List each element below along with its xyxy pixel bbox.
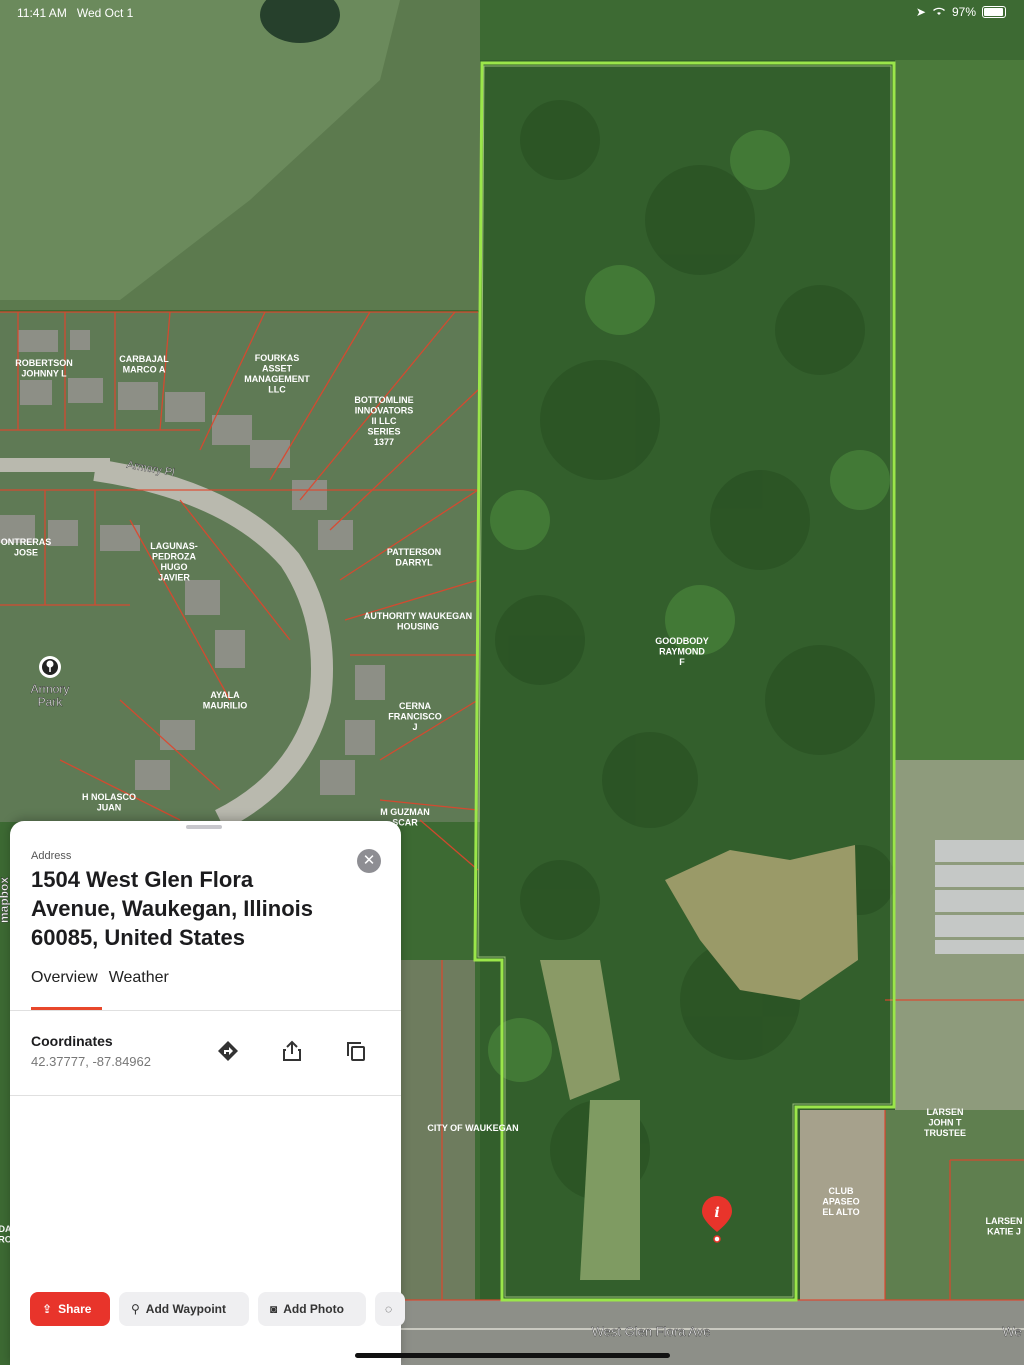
parcel-owner-label: ASSET [262, 364, 293, 374]
home-indicator [355, 1353, 670, 1358]
place-sheet[interactable]: Address 1504 West Glen Flora Avenue, Wau… [10, 821, 405, 1365]
park-label: Park [38, 695, 64, 709]
parcel-owner-label: DARRYL [395, 558, 433, 568]
close-icon: ✕ [362, 852, 376, 869]
svg-text:i: i [714, 1205, 719, 1221]
parcel-owner-label: SERIES [367, 427, 400, 437]
share-button[interactable]: ⇪ Share [30, 1292, 110, 1326]
address-label: Address [31, 850, 72, 862]
divider [10, 1010, 401, 1011]
parcel-owner-label: CARBAJAL [119, 354, 169, 364]
parcel-owner-label: PATTERSON [387, 547, 441, 557]
status-bar: 11:41 AM Wed Oct 1 ➤ 97% [0, 0, 1024, 24]
parcel-owner-label: LARSEN [926, 1107, 963, 1117]
parcel-owner-label: M GUZMAN [380, 807, 430, 817]
status-time: 11:41 AM Wed Oct 1 [17, 6, 134, 20]
copy-icon[interactable] [344, 1039, 368, 1063]
parcel-owner-label: FRANCISCO [388, 712, 442, 722]
action-bar: ⇪ Share ⚲ Add Waypoint ◙ Add Photo ◌ [30, 1292, 405, 1326]
share-icon: ⇪ [42, 1302, 53, 1316]
parcel-owner-label: HUGO [161, 562, 188, 572]
parcel-owner-label: JOHNNY L [21, 369, 67, 379]
status-right: ➤ 97% [916, 5, 1006, 19]
add-photo-button[interactable]: ◙ Add Photo [258, 1292, 366, 1326]
parcel-owner-label: JUAN [97, 803, 122, 813]
parcel-owner-label: 1377 [374, 437, 394, 447]
parcel-owner-label: APASEO [822, 1197, 859, 1207]
parcel-owner-label: CERNA [399, 701, 432, 711]
address-title: 1504 West Glen Flora Avenue, Waukegan, I… [31, 867, 313, 950]
comment-icon: ◌ [385, 1302, 393, 1316]
parcel-owner-label: JAVIER [158, 573, 190, 583]
parcel-owner-label: MANAGEMENT [244, 374, 310, 384]
parcel-owner-label: LAGUNAS- [150, 541, 198, 551]
close-button[interactable]: ✕ [357, 849, 381, 873]
parcel-owner-label: PEDROZA [152, 552, 197, 562]
parcel-owner-label: J [412, 722, 417, 732]
share-icon[interactable] [280, 1039, 304, 1063]
directions-icon[interactable] [216, 1039, 240, 1063]
parcel-owner-label: MARCO A [123, 365, 166, 375]
sheet-grabber[interactable] [186, 825, 222, 829]
parcel-owner-label: II LLC [372, 416, 397, 426]
battery-percent: 97% [951, 5, 976, 19]
location-arrow-icon: ➤ [915, 5, 926, 19]
sheet-tabs: Overview Weather [31, 969, 169, 987]
parcel-owner-label: ONTRERAS [1, 537, 52, 547]
park-icon[interactable] [39, 656, 61, 678]
parcel-owner-label: RAYMOND [659, 647, 705, 657]
battery-icon [982, 6, 1006, 18]
parcel-owner-label: ROBERTSON [15, 358, 73, 368]
coordinates-value: 42.37777, -87.84962 [31, 1054, 151, 1069]
park-label: Armory [31, 682, 70, 696]
street-label: West Glen Flora Ave [592, 1324, 711, 1339]
parcel-owner-label: LLC [268, 385, 286, 395]
camera-icon: ◙ [270, 1302, 278, 1316]
parcel-owner-label: LARSEN [985, 1216, 1022, 1226]
parcel-owner-label: AUTHORITY WAUKEGAN [364, 611, 472, 621]
parcel-owner-label: GOODBODY [655, 636, 709, 646]
parcel-owner-label: INNOVATORS [355, 406, 414, 416]
parcel-owner-label: HOUSING [397, 622, 439, 632]
parcel-owner-label: H NOLASCO [82, 792, 136, 802]
add-waypoint-button[interactable]: ⚲ Add Waypoint [119, 1292, 249, 1326]
parcel-owner-label: JOHN T [928, 1118, 962, 1128]
parcel-owner-label: EL ALTO [822, 1207, 859, 1217]
wifi-icon [932, 5, 946, 19]
pin-icon: ⚲ [131, 1302, 140, 1316]
parcel-owner-label: AYALA [210, 690, 240, 700]
parcel-owner-label: FOURKAS [255, 353, 300, 363]
parcel-owner-label: CLUB [829, 1186, 854, 1196]
parcel-owner-label: JOSE [14, 548, 38, 558]
parcel-owner-label: MAURILIO [203, 701, 248, 711]
divider [10, 1095, 401, 1096]
more-actions-button[interactable]: ◌ [375, 1292, 405, 1326]
tab-weather[interactable]: Weather [109, 969, 169, 987]
parcel-owner-label: CITY OF WAUKEGAN [427, 1123, 518, 1133]
parcel-owner-label: KATIE J [987, 1227, 1021, 1237]
tab-overview[interactable]: Overview [31, 969, 98, 987]
parcel-owner-label: BOTTOMLINE [354, 395, 413, 405]
street-label: We [1002, 1324, 1021, 1339]
parcel-owner-label: TRUSTEE [924, 1128, 966, 1138]
parcel-owner-label: F [679, 657, 685, 667]
coordinates-label: Coordinates [31, 1033, 113, 1049]
